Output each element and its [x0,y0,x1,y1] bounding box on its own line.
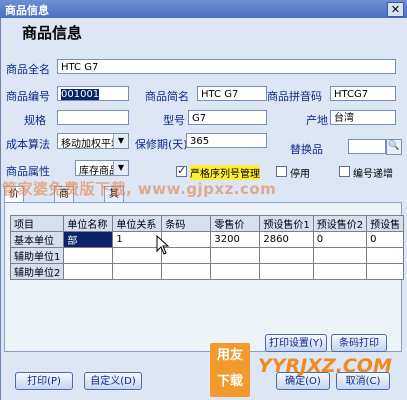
logo-site-text: YYRJXZ.COM [258,355,392,377]
grid-cell[interactable]: 1 [112,231,163,248]
grid-cell[interactable] [112,263,163,280]
logo-line-2: 下载 [216,374,243,389]
grid-cell[interactable]: 0 [366,231,405,248]
print-button[interactable]: 打印(P) [15,372,73,390]
mouse-cursor-icon [156,235,170,255]
watermark-text: 管家婆免费版下载, www.gjpxz.com [2,180,277,198]
code-value: 001001 [61,89,100,100]
table-row[interactable]: 辅助单位2 [9,263,405,280]
substitute-input[interactable] [348,139,386,154]
code-label: 商品编号 [6,90,50,103]
origin-label: 产地 [306,114,328,127]
pinyin-input[interactable]: HTCG7 [330,86,396,101]
print-settings-button[interactable]: 打印设置(Y) [265,334,327,352]
close-icon: ✕ [390,3,401,16]
grid-cell[interactable] [366,247,405,264]
disabled-label: 停用 [290,169,310,180]
model-input[interactable]: G7 [188,110,267,125]
yonyou-download-logo: 用友 下载 [210,343,250,397]
table-row[interactable]: 基本单位 部 1 3200 2860 0 0 [9,231,405,248]
grid-cell[interactable] [366,263,405,280]
attribute-label: 商品属性 [6,165,50,178]
grid-cell[interactable] [210,263,261,280]
chevron-down-icon: ▼ [113,161,128,175]
cost-method-select[interactable]: 移动加权平均 ▼ [57,133,129,150]
grid-header-row: 项目 单位名称 单位关系 条码 零售价 预设售价1 预设售价2 预设售 [9,215,405,232]
window-title: 商品信息 [5,4,49,17]
grid-cell: 辅助单位1 [9,247,65,264]
grid-cell[interactable]: 3200 [210,231,261,248]
cost-method-value: 移动加权平均 [61,139,121,150]
title-bar: 商品信息 ✕ [0,0,407,18]
grid-cell[interactable] [112,247,163,264]
logo-line-1: 用友 [216,348,243,363]
attribute-select[interactable]: 库存商品 ▼ [75,160,129,177]
disabled-checkbox[interactable] [276,166,287,177]
barcode-print-button[interactable]: 条码打印 [331,334,387,352]
short-name-label: 商品简名 [145,90,189,103]
table-row[interactable]: 辅助单位1 [9,247,405,264]
pinyin-label: 商品拼音码 [267,90,322,103]
cost-method-label: 成本算法 [6,138,50,151]
grid-header: 预设售 [366,215,405,232]
spec-label: 规格 [24,114,46,127]
customize-button[interactable]: 自定义(D) [84,372,142,390]
close-button[interactable]: ✕ [387,2,404,17]
spec-input[interactable] [57,110,129,125]
grid-cell[interactable] [259,263,314,280]
code-increment-label: 编号递增 [353,169,393,180]
grid-cell[interactable] [63,263,114,280]
grid-header: 单位名称 [63,215,114,232]
grid-header: 预设售价1 [259,215,314,232]
grid-header: 条码 [161,215,212,232]
price-grid: 项目 单位名称 单位关系 条码 零售价 预设售价1 预设售价2 预设售 基本单位… [9,215,405,280]
magnifier-icon: 🔍 [388,141,400,151]
grid-cell[interactable]: 部 [63,231,114,248]
shelf-life-input[interactable]: 365 [186,133,267,148]
short-name-input[interactable]: HTC G7 [197,86,267,101]
grid-cell: 基本单位 [9,231,65,248]
grid-header: 零售价 [210,215,261,232]
origin-input[interactable]: 台湾 [330,110,396,125]
full-name-label: 商品全名 [6,63,50,76]
grid-cell[interactable]: 0 [312,231,368,248]
grid-header: 项目 [9,215,65,232]
substitute-label: 替换品 [290,143,323,156]
grid-cell[interactable] [259,247,314,264]
grid-header: 单位关系 [112,215,163,232]
grid-cell[interactable] [312,247,368,264]
code-input[interactable]: 001001 [57,86,129,101]
full-name-input[interactable]: HTC G7 [57,59,396,74]
grid-cell[interactable] [63,247,114,264]
page-title: 商品信息 [22,24,83,42]
model-label: 型号 [163,114,185,127]
shelf-life-label: 保修期(天) [135,138,188,151]
grid-cell[interactable] [210,247,261,264]
serial-mgmt-checkbox[interactable] [176,164,187,177]
grid-cell: 辅助单位2 [9,263,65,280]
substitute-search-button[interactable]: 🔍 [386,139,402,155]
grid-cell[interactable] [312,263,368,280]
code-increment-checkbox[interactable] [339,166,350,177]
chevron-down-icon: ▼ [113,134,128,148]
grid-cell[interactable]: 2860 [259,231,314,248]
grid-header: 预设售价2 [312,215,368,232]
grid-cell[interactable] [161,263,212,280]
